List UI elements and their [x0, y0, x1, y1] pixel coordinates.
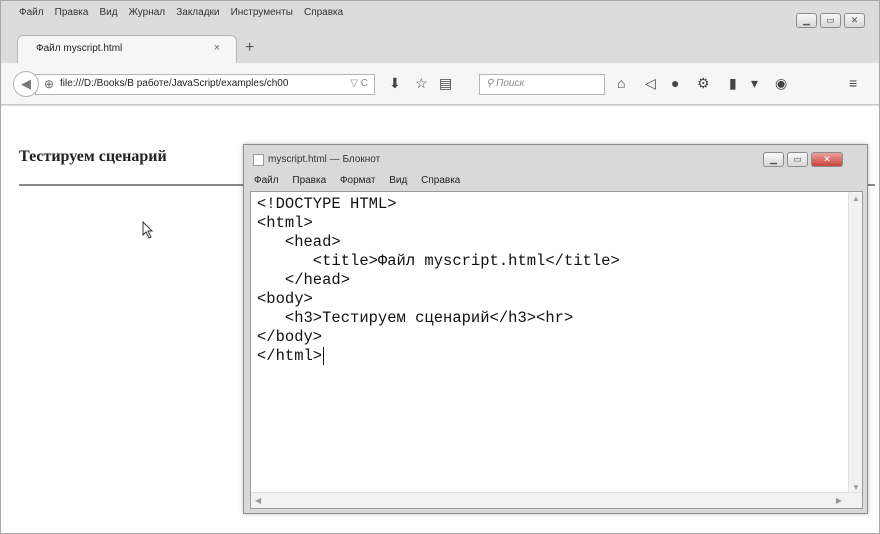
notepad-menubar: Файл Правка Формат Вид Справка: [248, 174, 865, 190]
np-menu-view[interactable]: Вид: [389, 175, 407, 186]
minimize-button[interactable]: ▁: [796, 13, 817, 28]
addon-icon[interactable]: ◉: [775, 75, 787, 92]
tab-title: Файл myscript.html: [36, 43, 123, 54]
notepad-minimize-button[interactable]: ▁: [763, 152, 784, 167]
code-line: <title>Файл myscript.html</title>: [257, 252, 620, 270]
close-button[interactable]: ✕: [844, 13, 865, 28]
tab-close-icon[interactable]: ×: [214, 42, 220, 54]
np-menu-edit[interactable]: Правка: [292, 175, 326, 186]
horizontal-scrollbar[interactable]: ◀ ▶: [251, 492, 862, 508]
new-tab-button[interactable]: +: [245, 39, 254, 57]
page-heading: Тестируем сценарий: [19, 148, 167, 165]
code-line: <h3>Тестируем сценарий</h3><hr>: [257, 309, 574, 327]
url-bar[interactable]: ⊕ file:///D:/Books/В работе/JavaScript/e…: [35, 74, 375, 95]
notepad-close-button[interactable]: ✕: [811, 152, 843, 167]
notepad-text-area[interactable]: <!DOCTYPE HTML> <html> <head> <title>Фай…: [250, 191, 863, 509]
back-arrow-icon: ◀: [21, 76, 31, 91]
dropdown-icon[interactable]: ▾: [751, 75, 758, 92]
home-icon[interactable]: ⌂: [617, 75, 625, 91]
maximize-button[interactable]: ▭: [820, 13, 841, 28]
menu-icon[interactable]: ≡: [849, 75, 857, 91]
globe-icon: ⊕: [44, 77, 55, 91]
browser-window: Файл Правка Вид Журнал Закладки Инструме…: [0, 0, 880, 534]
search-icon: ⚲: [486, 78, 497, 89]
tab-strip: Файл myscript.html × +: [1, 29, 879, 63]
notepad-maximize-button[interactable]: ▭: [787, 152, 808, 167]
np-menu-file[interactable]: Файл: [254, 175, 279, 186]
search-field[interactable]: ⚲ Поиск: [479, 74, 605, 95]
text-caret: [323, 347, 325, 365]
notepad-window-controls: ▁ ▭ ✕: [763, 152, 843, 167]
menu-view[interactable]: Вид: [100, 7, 118, 18]
search-placeholder: Поиск: [496, 78, 525, 89]
reload-icon[interactable]: ▽ C: [350, 78, 368, 89]
extension-icon[interactable]: ⚙: [697, 75, 710, 92]
notepad-icon: [253, 154, 264, 166]
tab-myscript[interactable]: Файл myscript.html ×: [17, 35, 237, 63]
code-line: <!DOCTYPE HTML>: [257, 195, 397, 213]
download-icon[interactable]: ⬇: [389, 75, 401, 92]
url-text: file:///D:/Books/В работе/JavaScript/exa…: [60, 78, 289, 89]
np-menu-help[interactable]: Справка: [421, 175, 460, 186]
mouse-cursor-icon: [142, 221, 154, 239]
menu-edit[interactable]: Правка: [55, 7, 89, 18]
np-menu-format[interactable]: Формат: [340, 175, 376, 186]
bookmark-star-icon[interactable]: ☆: [415, 75, 428, 92]
send-icon[interactable]: ◁: [645, 75, 656, 92]
reading-list-icon[interactable]: ▤: [439, 75, 452, 92]
menu-file[interactable]: Файл: [19, 7, 44, 18]
menu-tools[interactable]: Инструменты: [231, 7, 293, 18]
browser-window-controls: ▁ ▭ ✕: [796, 13, 865, 28]
code-line: </head>: [257, 271, 351, 289]
code-line: </body>: [257, 328, 323, 346]
scroll-right-icon[interactable]: ▶: [836, 496, 842, 505]
library-icon[interactable]: ▮: [729, 75, 737, 92]
vertical-scrollbar[interactable]: ▲ ▼: [848, 192, 862, 494]
code-line: </html>: [257, 347, 323, 365]
menu-history[interactable]: Журнал: [129, 7, 166, 18]
scroll-left-icon[interactable]: ◀: [255, 496, 261, 505]
notepad-window: myscript.html — Блокнот ▁ ▭ ✕ Файл Правк…: [243, 144, 868, 514]
code-line: <head>: [257, 233, 341, 251]
code-line: <body>: [257, 290, 313, 308]
chat-icon[interactable]: ●: [671, 75, 679, 91]
code-line: <html>: [257, 214, 313, 232]
navigation-toolbar: ⊕ file:///D:/Books/В работе/JavaScript/e…: [1, 63, 879, 105]
menu-bookmarks[interactable]: Закладки: [176, 7, 219, 18]
browser-menubar: Файл Правка Вид Журнал Закладки Инструме…: [1, 1, 879, 25]
menu-help[interactable]: Справка: [304, 7, 343, 18]
notepad-title: myscript.html — Блокнот: [268, 154, 381, 165]
scroll-down-icon[interactable]: ▼: [852, 483, 860, 492]
back-button[interactable]: ◀: [13, 71, 39, 97]
notepad-code: <!DOCTYPE HTML> <html> <head> <title>Фай…: [257, 195, 620, 366]
scroll-up-icon[interactable]: ▲: [852, 194, 860, 203]
